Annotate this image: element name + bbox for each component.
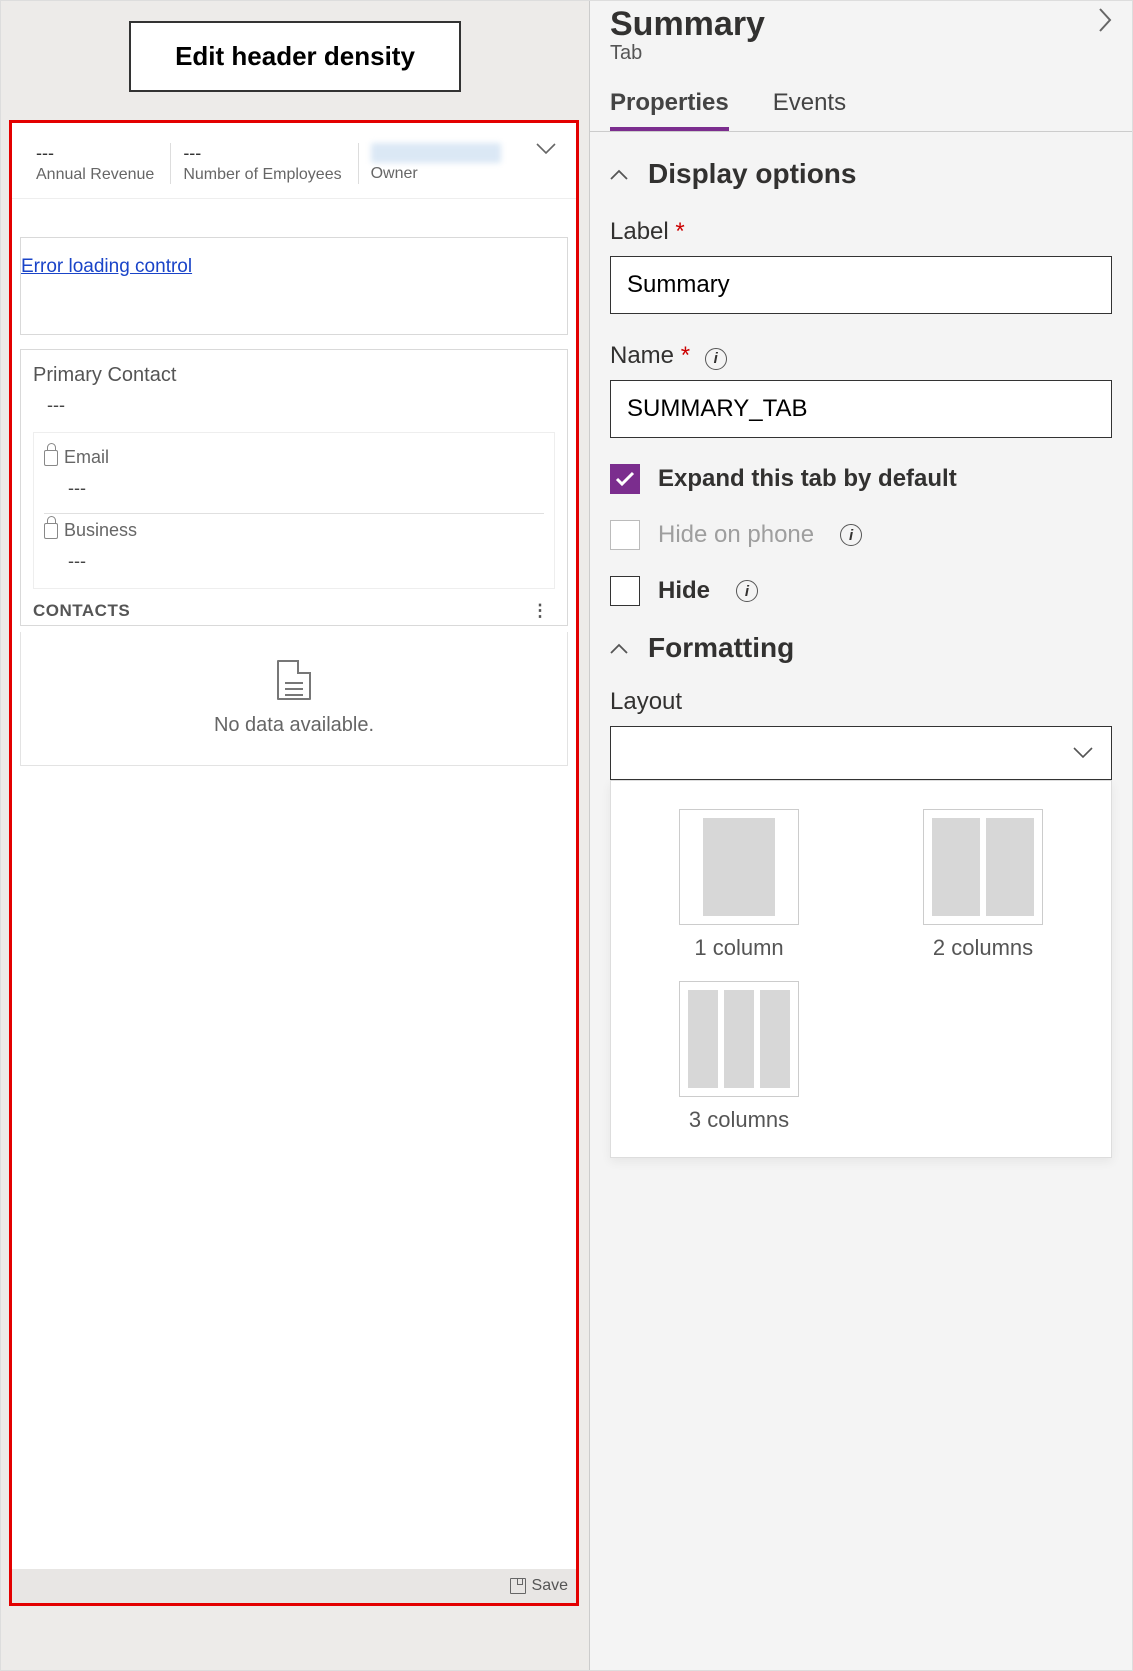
save-button[interactable]: Save xyxy=(532,1577,568,1595)
primary-contact-card[interactable]: Primary Contact --- Email --- Business -… xyxy=(20,349,568,626)
tab-events[interactable]: Events xyxy=(773,89,846,131)
expand-default-label: Expand this tab by default xyxy=(658,465,957,493)
layout-option-3-columns[interactable]: 3 columns xyxy=(637,981,841,1133)
contacts-more-icon[interactable]: ⋮ xyxy=(526,601,556,621)
form-preview: --- Annual Revenue --- Number of Employe… xyxy=(9,120,579,1606)
expand-default-checkbox[interactable] xyxy=(610,464,640,494)
name-input[interactable] xyxy=(610,380,1112,438)
header-field-annual-revenue[interactable]: --- Annual Revenue xyxy=(36,143,171,184)
business-value: --- xyxy=(68,551,544,572)
owner-value-redacted xyxy=(371,143,501,163)
info-icon[interactable]: i xyxy=(736,580,758,602)
chevron-up-icon xyxy=(610,169,628,180)
name-field-label: Name xyxy=(610,342,674,369)
layout-option-1-column[interactable]: 1 column xyxy=(637,809,841,961)
formatting-header[interactable]: Formatting xyxy=(610,632,1112,664)
hide-checkbox[interactable] xyxy=(610,576,640,606)
info-icon[interactable]: i xyxy=(705,348,727,370)
business-field[interactable]: Business --- xyxy=(44,514,544,586)
email-value: --- xyxy=(68,478,544,499)
contacts-section-title: CONTACTS xyxy=(33,601,130,621)
error-loading-control-link[interactable]: Error loading control xyxy=(21,256,192,277)
form-preview-pane: Edit header density --- Annual Revenue -… xyxy=(1,1,589,1670)
save-icon[interactable] xyxy=(510,1578,526,1594)
display-options-header[interactable]: Display options xyxy=(610,158,1112,190)
business-label: Business xyxy=(64,520,137,541)
pane-subtitle: Tab xyxy=(610,42,1118,65)
properties-pane: Summary Tab Properties Events Display op… xyxy=(589,1,1132,1670)
annual-revenue-value: --- xyxy=(36,143,154,164)
label-field-label: Label xyxy=(610,218,669,245)
employees-value: --- xyxy=(183,143,341,164)
error-section: Error loading control xyxy=(20,237,568,335)
hide-phone-checkbox[interactable] xyxy=(610,520,640,550)
header-expand-chevron-icon[interactable] xyxy=(536,143,556,155)
display-options-title: Display options xyxy=(648,158,856,190)
no-data-text: No data available. xyxy=(21,714,567,737)
hide-phone-label: Hide on phone xyxy=(658,521,814,549)
header-field-employees[interactable]: --- Number of Employees xyxy=(183,143,358,184)
tab-properties[interactable]: Properties xyxy=(610,89,729,131)
email-label: Email xyxy=(64,447,109,468)
pane-tabs: Properties Events xyxy=(590,65,1132,132)
primary-contact-label: Primary Contact xyxy=(33,364,555,387)
owner-label: Owner xyxy=(371,165,501,183)
formatting-title: Formatting xyxy=(648,632,794,664)
layout-option-2-columns[interactable]: 2 columns xyxy=(881,809,1085,961)
edit-header-density-button[interactable]: Edit header density xyxy=(129,21,461,92)
hide-label: Hide xyxy=(658,577,710,605)
layout-label: Layout xyxy=(610,688,1112,716)
layout-option-label: 3 columns xyxy=(637,1107,841,1133)
pane-title: Summary xyxy=(610,5,1118,44)
layout-option-label: 1 column xyxy=(637,935,841,961)
label-input[interactable] xyxy=(610,256,1112,314)
layout-select[interactable] xyxy=(610,726,1112,780)
email-field[interactable]: Email --- xyxy=(44,441,544,514)
annual-revenue-label: Annual Revenue xyxy=(36,166,154,184)
employees-label: Number of Employees xyxy=(183,166,341,184)
layout-option-label: 2 columns xyxy=(881,935,1085,961)
chevron-up-icon xyxy=(610,643,628,654)
lock-icon xyxy=(44,523,58,539)
layout-options-dropdown: 1 column 2 columns 3 columns xyxy=(610,780,1112,1158)
lock-icon xyxy=(44,450,58,466)
save-bar: Save xyxy=(12,1569,576,1603)
form-header: --- Annual Revenue --- Number of Employe… xyxy=(12,123,576,199)
contacts-empty-state: No data available. xyxy=(20,632,568,766)
header-field-owner[interactable]: Owner xyxy=(371,143,517,183)
info-icon[interactable]: i xyxy=(840,524,862,546)
primary-contact-value: --- xyxy=(47,395,555,416)
collapse-pane-chevron-icon[interactable] xyxy=(1098,7,1112,33)
chevron-down-icon xyxy=(1073,747,1093,759)
document-icon xyxy=(277,660,311,700)
